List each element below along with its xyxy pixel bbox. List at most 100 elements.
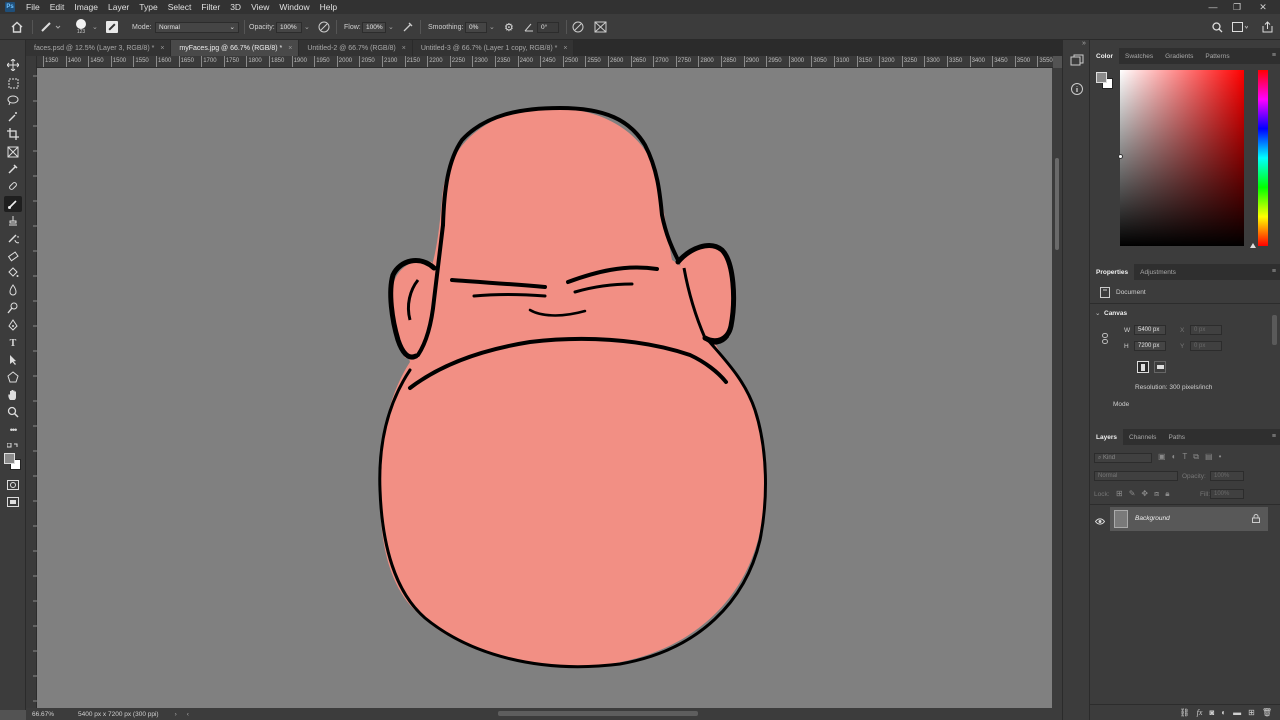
share-icon[interactable] <box>1262 14 1273 40</box>
panel-menu-icon[interactable]: ≡ <box>1272 52 1276 59</box>
link-icon[interactable] <box>1102 333 1108 347</box>
blend-mode-select[interactable]: Normal <box>1094 471 1178 481</box>
vertical-ruler[interactable] <box>26 56 37 710</box>
properties-scrollbar[interactable] <box>1272 315 1277 345</box>
lock-all-icon[interactable]: 🔒︎ <box>1165 489 1169 499</box>
color-picker-handle[interactable] <box>1118 154 1123 159</box>
tab-untitled-2[interactable]: Untitled-2 @ 66.7% (RGB/8) × <box>299 40 413 56</box>
menu-edit[interactable]: Edit <box>45 2 70 12</box>
scroll-thumb[interactable] <box>1055 158 1059 250</box>
magic-wand-icon[interactable] <box>4 109 22 125</box>
lock-position-icon[interactable]: ✥ <box>1141 489 1148 499</box>
gear-icon[interactable]: ⚙ <box>504 14 514 40</box>
vertical-scrollbar[interactable] <box>1052 68 1062 710</box>
type-filter-icon[interactable]: T <box>1182 452 1187 462</box>
marquee-tool-icon[interactable] <box>4 75 22 91</box>
info-panel-icon[interactable] <box>1070 82 1084 99</box>
chevron-right-icon[interactable]: › <box>175 711 177 718</box>
smart-object-filter-icon[interactable]: ▤ <box>1205 452 1213 462</box>
menu-layer[interactable]: Layer <box>103 2 134 12</box>
lock-pixels-icon[interactable]: ✎ <box>1129 489 1136 499</box>
add-mask-icon[interactable]: ◙ <box>1209 708 1214 717</box>
chevron-down-icon[interactable]: ⌄ <box>1095 309 1100 317</box>
type-tool-icon[interactable]: T <box>4 335 22 351</box>
lock-icon[interactable] <box>1252 514 1260 526</box>
brush-settings-icon[interactable] <box>106 14 118 40</box>
path-selection-icon[interactable] <box>4 352 22 368</box>
menu-view[interactable]: View <box>246 2 274 12</box>
opacity-input[interactable]: 100% <box>276 21 302 33</box>
tab-gradients[interactable]: Gradients <box>1159 48 1199 64</box>
tab-properties[interactable]: Properties <box>1090 264 1135 280</box>
flow-input[interactable]: 100% <box>362 21 386 33</box>
shape-tool-icon[interactable] <box>4 369 22 385</box>
chevron-down-icon[interactable]: ⌄ <box>388 14 394 40</box>
panel-menu-icon[interactable]: ≡ <box>1272 268 1276 275</box>
history-panel-icon[interactable] <box>1070 54 1084 71</box>
landscape-orientation-icon[interactable] <box>1154 361 1166 373</box>
menu-file[interactable]: File <box>21 2 45 12</box>
mode-select[interactable]: Normal ⌄ <box>155 21 239 33</box>
tab-swatches[interactable]: Swatches <box>1119 48 1159 64</box>
x-input[interactable]: 0 px <box>1190 325 1222 335</box>
collapse-panels-icon[interactable]: » <box>1082 40 1086 47</box>
workspace-icon[interactable] <box>1232 14 1248 40</box>
restore-button[interactable]: ❐ <box>1226 0 1248 14</box>
new-group-icon[interactable]: ▬ <box>1233 708 1241 717</box>
chevron-down-icon[interactable]: ⌄ <box>489 14 495 40</box>
history-brush-icon[interactable] <box>4 230 22 246</box>
symmetry-icon[interactable] <box>594 14 607 40</box>
layer-row[interactable]: Background <box>1110 507 1268 531</box>
height-input[interactable]: 7200 px <box>1134 341 1166 351</box>
angle-icon[interactable] <box>524 14 534 40</box>
search-icon[interactable] <box>1212 14 1223 40</box>
menu-3d[interactable]: 3D <box>225 2 246 12</box>
close-icon[interactable]: × <box>288 45 292 52</box>
zoom-level[interactable]: 66.67% <box>32 711 68 718</box>
airbrush-icon[interactable] <box>402 14 414 40</box>
horizontal-ruler[interactable]: 1350 1400 1450 1500 1550 1600 1650 1700 1750 1800… <box>37 56 1053 68</box>
clone-stamp-icon[interactable] <box>4 213 22 229</box>
paint-bucket-icon[interactable] <box>4 265 22 281</box>
tab-adjustments[interactable]: Adjustments <box>1134 264 1182 280</box>
link-layers-icon[interactable]: ⛓︎ <box>1180 708 1190 717</box>
tab-patterns[interactable]: Patterns <box>1199 48 1235 64</box>
layer-opacity-input[interactable]: 100% <box>1210 471 1244 481</box>
hue-slider-handle[interactable] <box>1250 243 1256 248</box>
healing-brush-icon[interactable] <box>4 178 22 194</box>
eye-icon[interactable] <box>1094 516 1106 528</box>
tab-myfaces-jpg[interactable]: myFaces.jpg @ 66.7% (RGB/8) * × <box>171 40 300 56</box>
canvas-area[interactable] <box>37 68 1052 710</box>
frame-tool-icon[interactable] <box>4 144 22 160</box>
tab-color[interactable]: Color <box>1090 48 1119 64</box>
document-info[interactable]: 5400 px x 7200 px (300 ppi) <box>78 711 159 718</box>
saturation-brightness-field[interactable] <box>1118 70 1244 246</box>
dodge-tool-icon[interactable] <box>4 300 22 316</box>
pressure-opacity-icon[interactable] <box>318 14 330 40</box>
home-icon[interactable] <box>10 14 24 40</box>
crop-tool-icon[interactable] <box>4 126 22 142</box>
brush-preset-icon[interactable] <box>40 14 62 40</box>
layer-style-icon[interactable]: fx <box>1197 708 1203 717</box>
menu-window[interactable]: Window <box>274 2 314 12</box>
menu-image[interactable]: Image <box>69 2 103 12</box>
horizontal-scroll-thumb[interactable] <box>498 711 698 716</box>
menu-select[interactable]: Select <box>163 2 197 12</box>
close-window-button[interactable]: ✕ <box>1252 0 1274 14</box>
tab-layers[interactable]: Layers <box>1090 429 1123 445</box>
lock-transparent-icon[interactable]: ⊞ <box>1116 489 1123 499</box>
move-tool-icon[interactable] <box>4 57 22 73</box>
pixel-filter-icon[interactable]: ▣ <box>1158 452 1166 462</box>
panel-menu-icon[interactable]: ≡ <box>1272 433 1276 440</box>
new-adjustment-icon[interactable]: ◐ <box>1221 708 1226 717</box>
shape-filter-icon[interactable]: ⧉ <box>1193 452 1199 462</box>
menu-type[interactable]: Type <box>134 2 162 12</box>
width-input[interactable]: 5400 px <box>1134 325 1166 335</box>
chevron-down-icon[interactable]: ⌄ <box>92 14 98 40</box>
fill-input[interactable]: 100% <box>1210 489 1244 499</box>
angle-input[interactable]: 0° <box>537 21 559 33</box>
minimize-button[interactable]: — <box>1202 0 1224 14</box>
menu-filter[interactable]: Filter <box>196 2 225 12</box>
close-icon[interactable]: × <box>563 45 567 52</box>
eraser-icon[interactable] <box>4 248 22 264</box>
